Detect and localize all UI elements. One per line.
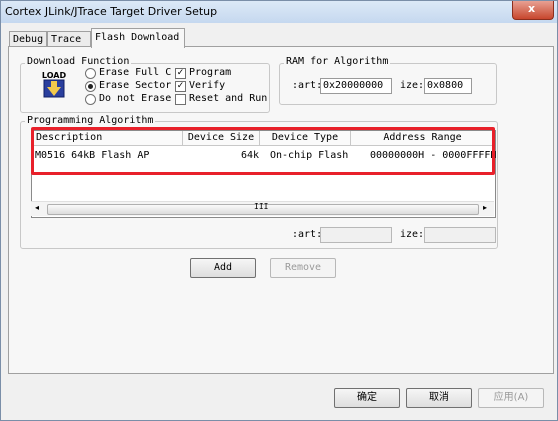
erase-full-chip-radio[interactable] — [85, 68, 96, 79]
do-not-erase-label: Do not Erase — [99, 93, 172, 104]
verify-checkbox[interactable]: ✓ — [175, 81, 186, 92]
ram-start-input[interactable]: 0x20000000 — [320, 78, 392, 94]
ram-for-algorithm-legend: RAM for Algorithm — [284, 56, 391, 67]
scroll-right-arrow-icon[interactable]: ▸ — [483, 203, 487, 212]
algorithm-size-label: ize: — [400, 229, 425, 240]
tab-trace-label: Trace — [51, 34, 82, 45]
erase-full-chip-label: Erase Full C — [99, 67, 172, 78]
programming-algorithm-legend: Programming Algorithm — [25, 115, 156, 126]
load-icon-text: LOAD — [42, 71, 67, 80]
tab-debug-label: Debug — [13, 34, 44, 45]
algorithm-size-input[interactable] — [424, 227, 496, 243]
program-label: Program — [189, 67, 232, 78]
ram-size-label: ize: — [400, 80, 425, 91]
download-function-legend: Download Function — [25, 56, 132, 67]
verify-label: Verify — [189, 80, 226, 91]
red-highlight-box — [31, 127, 495, 175]
cancel-button[interactable]: 取消 — [406, 388, 472, 408]
remove-button[interactable]: Remove — [270, 258, 336, 278]
tab-trace[interactable]: Trace — [47, 31, 91, 47]
program-checkbox[interactable]: ✓ — [175, 68, 186, 79]
apply-button[interactable]: 应用(A) — [478, 388, 544, 408]
scrollbar-thumb[interactable]: III — [47, 202, 479, 215]
tab-flash-download-label: Flash Download — [95, 32, 180, 43]
tab-debug[interactable]: Debug — [9, 31, 47, 47]
dialog-window: Cortex JLink/JTrace Target Driver Setup … — [0, 0, 558, 421]
do-not-erase-radio[interactable] — [85, 94, 96, 105]
horizontal-scrollbar[interactable]: ◂ III ▸ — [31, 201, 494, 216]
reset-and-run-checkbox[interactable] — [175, 94, 186, 105]
ram-size-input[interactable]: 0x0800 — [424, 78, 472, 94]
add-button[interactable]: Add — [190, 258, 256, 278]
close-button[interactable] — [512, 1, 554, 20]
tab-flash-download[interactable]: Flash Download — [91, 28, 185, 48]
erase-sector-radio[interactable] — [85, 81, 96, 92]
ram-start-label: :art: — [292, 80, 323, 91]
reset-and-run-label: Reset and Run — [189, 93, 268, 104]
algorithm-start-label: :art: — [292, 229, 323, 240]
window-title: Cortex JLink/JTrace Target Driver Setup — [5, 5, 218, 18]
title-bar: Cortex JLink/JTrace Target Driver Setup — [1, 1, 557, 23]
scrollbar-grip: III — [254, 202, 269, 211]
ok-button[interactable]: 确定 — [334, 388, 400, 408]
load-icon: LOAD — [41, 69, 67, 99]
erase-sector-label: Erase Sector — [99, 80, 172, 91]
scroll-left-arrow-icon[interactable]: ◂ — [35, 203, 39, 212]
algorithm-start-input[interactable] — [320, 227, 392, 243]
